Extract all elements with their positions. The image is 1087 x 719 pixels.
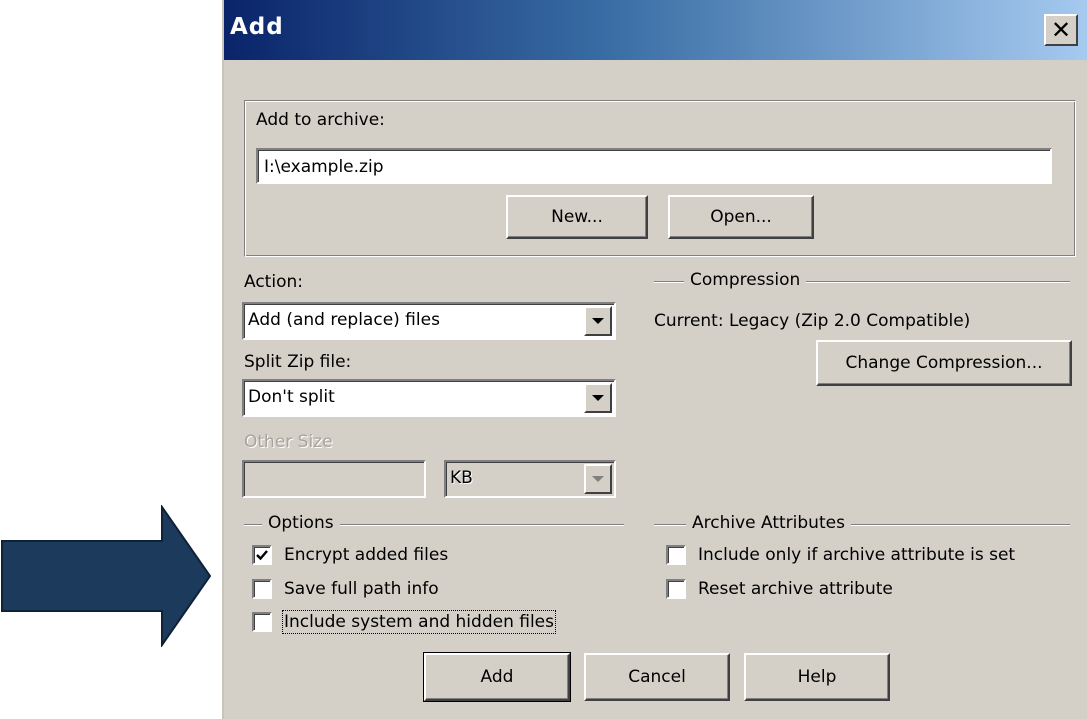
size-unit-select: KB bbox=[444, 460, 616, 498]
reset-archive-attr-checkbox[interactable] bbox=[666, 579, 686, 599]
cancel-button-label: Cancel bbox=[628, 667, 686, 687]
include-system-hidden-label[interactable]: Include system and hidden files bbox=[282, 610, 556, 634]
archive-path-input[interactable]: I:\example.zip bbox=[256, 148, 1052, 184]
help-button[interactable]: Help bbox=[744, 653, 890, 701]
include-archive-attr-label[interactable]: Include only if archive attribute is set bbox=[698, 545, 1015, 565]
archive-label: Add to archive: bbox=[256, 110, 385, 130]
size-unit-dropdown-button bbox=[584, 464, 612, 494]
compression-current: Current: Legacy (Zip 2.0 Compatible) bbox=[654, 311, 971, 331]
save-full-path-checkbox[interactable] bbox=[252, 579, 272, 599]
archive-path-value: I:\example.zip bbox=[264, 157, 384, 177]
options-heading: Options bbox=[262, 513, 340, 533]
add-button-label: Add bbox=[480, 667, 514, 687]
add-button[interactable]: Add bbox=[423, 652, 571, 702]
other-size-label: Other Size bbox=[244, 432, 333, 452]
close-icon: ✕ bbox=[1050, 16, 1072, 44]
split-select[interactable]: Don't split bbox=[242, 379, 616, 417]
split-selected-value: Don't split bbox=[248, 387, 335, 407]
add-dialog: Add ✕ Add to archive: I:\example.zip New… bbox=[222, 0, 1087, 719]
change-compression-label: Change Compression... bbox=[845, 353, 1043, 373]
change-compression-button[interactable]: Change Compression... bbox=[816, 340, 1072, 386]
checkmark-icon bbox=[256, 550, 268, 561]
encrypt-label[interactable]: Encrypt added files bbox=[284, 545, 448, 565]
chevron-down-icon bbox=[592, 476, 604, 482]
chevron-down-icon bbox=[592, 318, 604, 324]
archive-attributes-heading: Archive Attributes bbox=[686, 513, 851, 533]
size-unit-value: KB bbox=[450, 468, 473, 488]
help-button-label: Help bbox=[797, 667, 837, 687]
split-label: Split Zip file: bbox=[244, 352, 352, 372]
encrypt-checkbox[interactable] bbox=[252, 545, 272, 565]
cancel-button[interactable]: Cancel bbox=[584, 653, 730, 701]
save-full-path-label[interactable]: Save full path info bbox=[284, 579, 439, 599]
include-archive-attr-checkbox[interactable] bbox=[666, 545, 686, 565]
open-button[interactable]: Open... bbox=[668, 195, 814, 239]
action-dropdown-button[interactable] bbox=[584, 306, 612, 336]
reset-archive-attr-label[interactable]: Reset archive attribute bbox=[698, 579, 893, 599]
split-dropdown-button[interactable] bbox=[584, 383, 612, 413]
dialog-title: Add bbox=[230, 14, 284, 40]
new-button[interactable]: New... bbox=[506, 195, 648, 239]
include-system-hidden-checkbox[interactable] bbox=[252, 612, 272, 632]
chevron-down-icon bbox=[592, 395, 604, 401]
title-bar: Add ✕ bbox=[224, 0, 1087, 60]
close-button[interactable]: ✕ bbox=[1044, 14, 1078, 46]
right-arrow-icon bbox=[1, 505, 212, 647]
open-button-label: Open... bbox=[710, 207, 772, 227]
action-select[interactable]: Add (and replace) files bbox=[242, 302, 616, 340]
action-selected-value: Add (and replace) files bbox=[248, 310, 440, 330]
other-size-input bbox=[242, 460, 426, 498]
action-label: Action: bbox=[244, 272, 303, 292]
new-button-label: New... bbox=[551, 207, 603, 227]
compression-heading: Compression bbox=[684, 270, 807, 290]
